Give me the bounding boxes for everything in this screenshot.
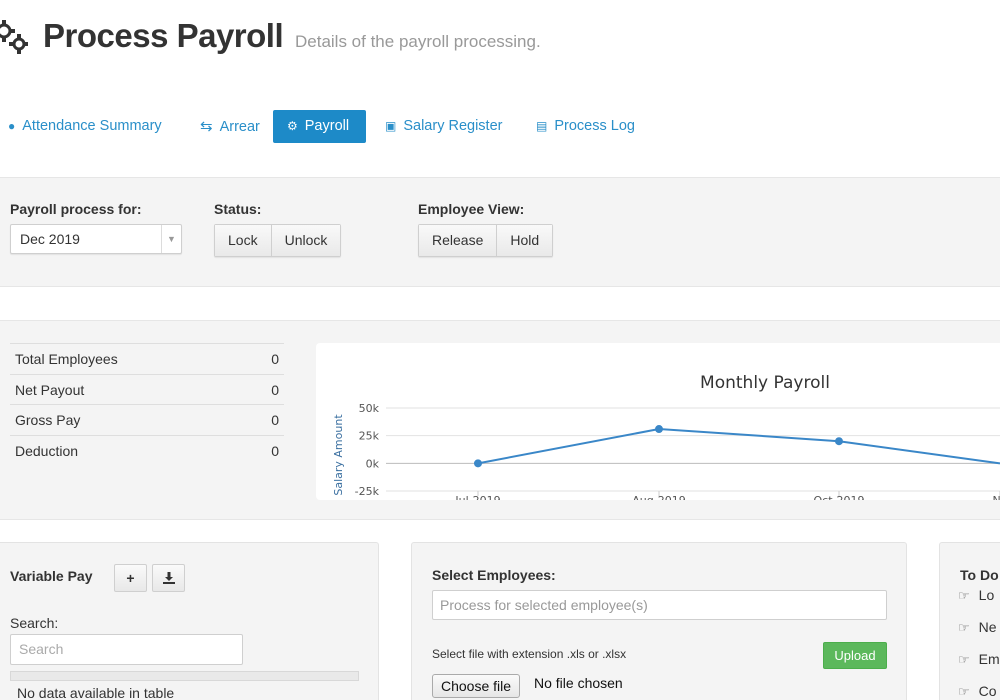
unlock-button[interactable]: Unlock	[270, 225, 341, 256]
data-point	[474, 459, 482, 468]
todo-title: To Do	[960, 567, 999, 583]
exchange-icon: ⇆	[200, 118, 213, 135]
todo-item-label: Em	[978, 651, 1000, 667]
select-employees-title: Select Employees:	[432, 567, 556, 583]
tab-payroll[interactable]: ⚙ Payroll	[273, 110, 366, 143]
tab-label: Process Log	[554, 118, 635, 134]
x-tick-label: Aug-2019	[632, 494, 685, 500]
tab-label: Payroll	[304, 118, 350, 134]
todo-item[interactable]: ☞ Em	[958, 651, 1000, 668]
gears-icon	[0, 20, 28, 54]
list-icon: ▤	[536, 119, 548, 133]
chevron-down-icon: ▼	[161, 225, 181, 253]
hand-right-icon: ☞	[958, 652, 970, 667]
download-icon	[162, 572, 175, 584]
employee-view-button-group: Release Hold	[418, 224, 554, 257]
summary-value: 0	[271, 381, 279, 398]
status-button-group: Lock Unlock	[214, 224, 342, 257]
variable-pay-title: Variable Pay	[10, 568, 93, 584]
gear-icon: ⚙	[287, 119, 298, 133]
x-tick-label: No	[993, 494, 1000, 500]
hold-button[interactable]: Hold	[496, 225, 553, 256]
tab-attendance-summary[interactable]: ● Attendance Summary	[4, 110, 166, 143]
todo-item[interactable]: ☞ Ne	[958, 619, 997, 636]
page-header: Process Payroll Details of the payroll p…	[0, 0, 1000, 75]
summary-row: Gross Pay 0	[10, 404, 284, 435]
todo-item-label: Ne	[978, 619, 997, 635]
circle-arrow-icon: ●	[8, 119, 16, 133]
y-tick-label: 50k	[359, 402, 380, 415]
data-point	[655, 425, 663, 434]
period-value: Dec 2019	[20, 231, 80, 247]
line-chart: Monthly Payroll Salary Amount 50k 25k 0k -25k…	[332, 373, 1000, 500]
empty-table-message: No data available in table	[17, 685, 175, 700]
variable-pay-card: Variable Pay + Search: Search No data av…	[0, 542, 379, 700]
todo-item-label: Co	[978, 683, 997, 699]
table-header	[10, 671, 359, 681]
plus-icon: +	[126, 570, 135, 586]
add-button[interactable]: +	[114, 564, 147, 592]
series-line	[477, 428, 1000, 465]
summary-value: 0	[271, 442, 279, 459]
x-tick-label: Jul-2019	[454, 494, 500, 500]
file-extension-note: Select file with extension .xls or .xlsx	[432, 647, 627, 661]
todo-card: To Do ☞ Lo ☞ Ne ☞ Em ☞ Co	[939, 542, 1000, 700]
todo-item[interactable]: ☞ Co	[958, 683, 997, 700]
download-button[interactable]	[152, 564, 185, 592]
summary-value: 0	[271, 351, 279, 367]
page-title: Process Payroll	[43, 17, 284, 54]
search-label: Search:	[10, 615, 59, 631]
summary-label: Deduction	[15, 442, 79, 459]
hand-right-icon: ☞	[958, 588, 970, 603]
hand-right-icon: ☞	[958, 620, 970, 635]
summary-row: Total Employees 0	[10, 343, 284, 374]
todo-item-label: Lo	[978, 587, 995, 603]
y-tick-label: -25k	[355, 485, 380, 498]
y-axis-label: Salary Amount	[332, 414, 345, 496]
select-employees-card: Select Employees: Process for selected e…	[411, 542, 907, 700]
y-tick-label: 25k	[359, 430, 380, 443]
choose-file-button[interactable]: Choose file	[432, 674, 521, 698]
tab-label: Salary Register	[403, 118, 503, 134]
y-tick-label: 0k	[366, 457, 380, 470]
hand-right-icon: ☞	[958, 684, 970, 699]
status-label: Status:	[214, 201, 262, 217]
summary-row: Net Payout 0	[10, 373, 284, 405]
lock-button[interactable]: Lock	[215, 225, 271, 256]
summary-row: Deduction 0	[10, 434, 284, 466]
no-file-chosen-text: No file chosen	[534, 675, 623, 691]
filter-panel: Payroll process for: Dec 2019 ▼ Status: …	[0, 177, 1000, 287]
tab-salary-register[interactable]: ▣ Salary Register	[381, 110, 506, 143]
todo-item[interactable]: ☞ Lo	[958, 587, 994, 604]
summary-label: Total Employees	[15, 351, 118, 367]
summary-value: 0	[271, 412, 279, 428]
nav-tabs: ● Attendance Summary ⇆ Arrear ⚙ Payroll ▣ Sa…	[0, 110, 1000, 143]
chart-title: Monthly Payroll	[700, 373, 830, 393]
money-icon: ▣	[385, 119, 397, 133]
release-button[interactable]: Release	[419, 225, 497, 256]
summary-label: Gross Pay	[15, 412, 81, 428]
data-point	[835, 437, 843, 446]
tab-arrear[interactable]: ⇆ Arrear	[196, 110, 264, 143]
tab-label: Arrear	[219, 119, 260, 135]
summary-label: Net Payout	[15, 381, 85, 398]
search-input[interactable]: Search	[10, 634, 243, 665]
upload-button[interactable]: Upload	[823, 642, 887, 669]
summary-panel: Total Employees 0 Net Payout 0 Gross Pay…	[0, 320, 1000, 520]
summary-table: Total Employees 0 Net Payout 0 Gross Pay…	[10, 343, 284, 465]
tab-process-log[interactable]: ▤ Process Log	[532, 110, 639, 143]
monthly-payroll-chart: Monthly Payroll Salary Amount 50k 25k 0k -25k…	[316, 343, 1000, 500]
tab-label: Attendance Summary	[22, 118, 162, 134]
employee-view-label: Employee View:	[418, 201, 525, 217]
x-tick-label: Oct-2019	[814, 494, 865, 500]
page-subtitle: Details of the payroll processing.	[295, 32, 541, 51]
period-label: Payroll process for:	[10, 201, 142, 217]
period-select[interactable]: Dec 2019 ▼	[10, 224, 182, 254]
employee-select-input[interactable]: Process for selected employee(s)	[432, 590, 887, 620]
